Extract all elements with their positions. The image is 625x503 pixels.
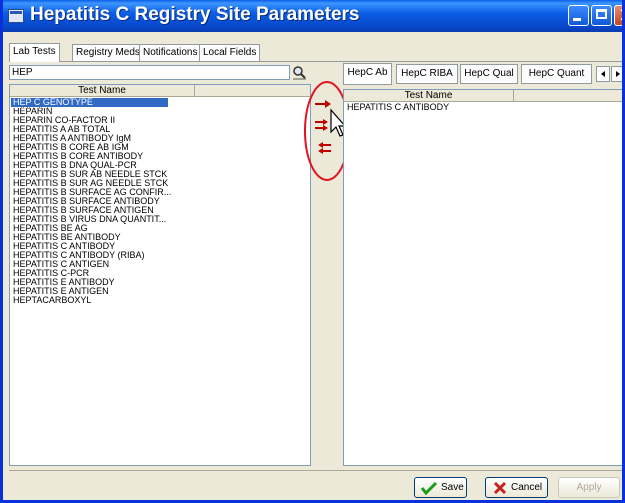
save-label: Save	[441, 482, 464, 493]
tab-strip-divider	[9, 61, 622, 62]
apply-button[interactable]: Apply	[558, 477, 620, 498]
tab-hepc-ab[interactable]: HepC Ab	[343, 63, 392, 85]
tab-label: Notifications	[143, 47, 198, 58]
list-item[interactable]: HEPTACARBOXYL	[11, 296, 310, 305]
available-tests-rows: HEP C GENOTYPE HEPARIN HEPARIN CO-FACTOR I…	[10, 97, 310, 305]
cancel-button[interactable]: Cancel	[485, 477, 548, 498]
cancel-label: Cancel	[511, 482, 543, 493]
close-button[interactable]: ✕	[614, 3, 622, 27]
save-button[interactable]: Save	[414, 477, 467, 498]
chevron-right-icon	[616, 71, 620, 77]
tab-scroller[interactable]	[596, 66, 622, 83]
title-bar[interactable]: Hepatitis C Registry Site Parameters ✕	[3, 0, 622, 32]
x-icon	[493, 481, 507, 495]
window-title: Hepatitis C Registry Site Parameters	[30, 4, 360, 25]
tab-label: Registry Meds	[76, 47, 140, 58]
minimize-button[interactable]	[568, 5, 589, 26]
checkmark-icon	[420, 481, 438, 495]
tab-label: Local Fields	[203, 47, 257, 58]
column-header-blank	[514, 90, 622, 102]
tab-hepc-quant[interactable]: HepC Quant	[521, 64, 592, 84]
tab-registry-meds[interactable]: Registry Meds	[72, 44, 144, 62]
tab-notifications[interactable]: Notifications	[139, 44, 202, 62]
scroll-right-button[interactable]	[611, 66, 622, 82]
tab-hepc-qual[interactable]: HepC Qual	[460, 64, 518, 84]
column-header-blank	[195, 85, 310, 97]
maximize-button[interactable]	[591, 5, 612, 26]
scroll-left-button[interactable]	[596, 66, 610, 82]
tab-local-fields[interactable]: Local Fields	[199, 44, 261, 62]
list-item[interactable]: HEPATITIS C ANTIBODY	[345, 103, 622, 112]
selected-tests-list[interactable]: Test Name HEPATITIS C ANTIBODY	[343, 89, 622, 466]
tab-hepc-riba[interactable]: HepC RIBA	[396, 64, 458, 84]
tab-lab-tests[interactable]: Lab Tests	[9, 43, 60, 62]
tab-label: Lab Tests	[13, 46, 56, 57]
close-icon: ✕	[618, 3, 622, 27]
selected-tests-rows: HEPATITIS C ANTIBODY	[345, 103, 622, 112]
main-window: Hepatitis C Registry Site Parameters ✕ L…	[0, 0, 625, 503]
chevron-left-icon	[601, 71, 605, 77]
available-tests-list[interactable]: Test Name HEP C GENOTYPE HEPARIN HEPARIN C…	[9, 84, 311, 466]
column-header-test-name[interactable]: Test Name	[10, 85, 195, 97]
apply-label: Apply	[576, 482, 602, 493]
app-icon	[8, 9, 24, 23]
column-header-test-name[interactable]: Test Name	[344, 90, 514, 102]
search-input[interactable]: HEP	[9, 65, 290, 80]
search-input-value: HEP	[12, 67, 33, 78]
